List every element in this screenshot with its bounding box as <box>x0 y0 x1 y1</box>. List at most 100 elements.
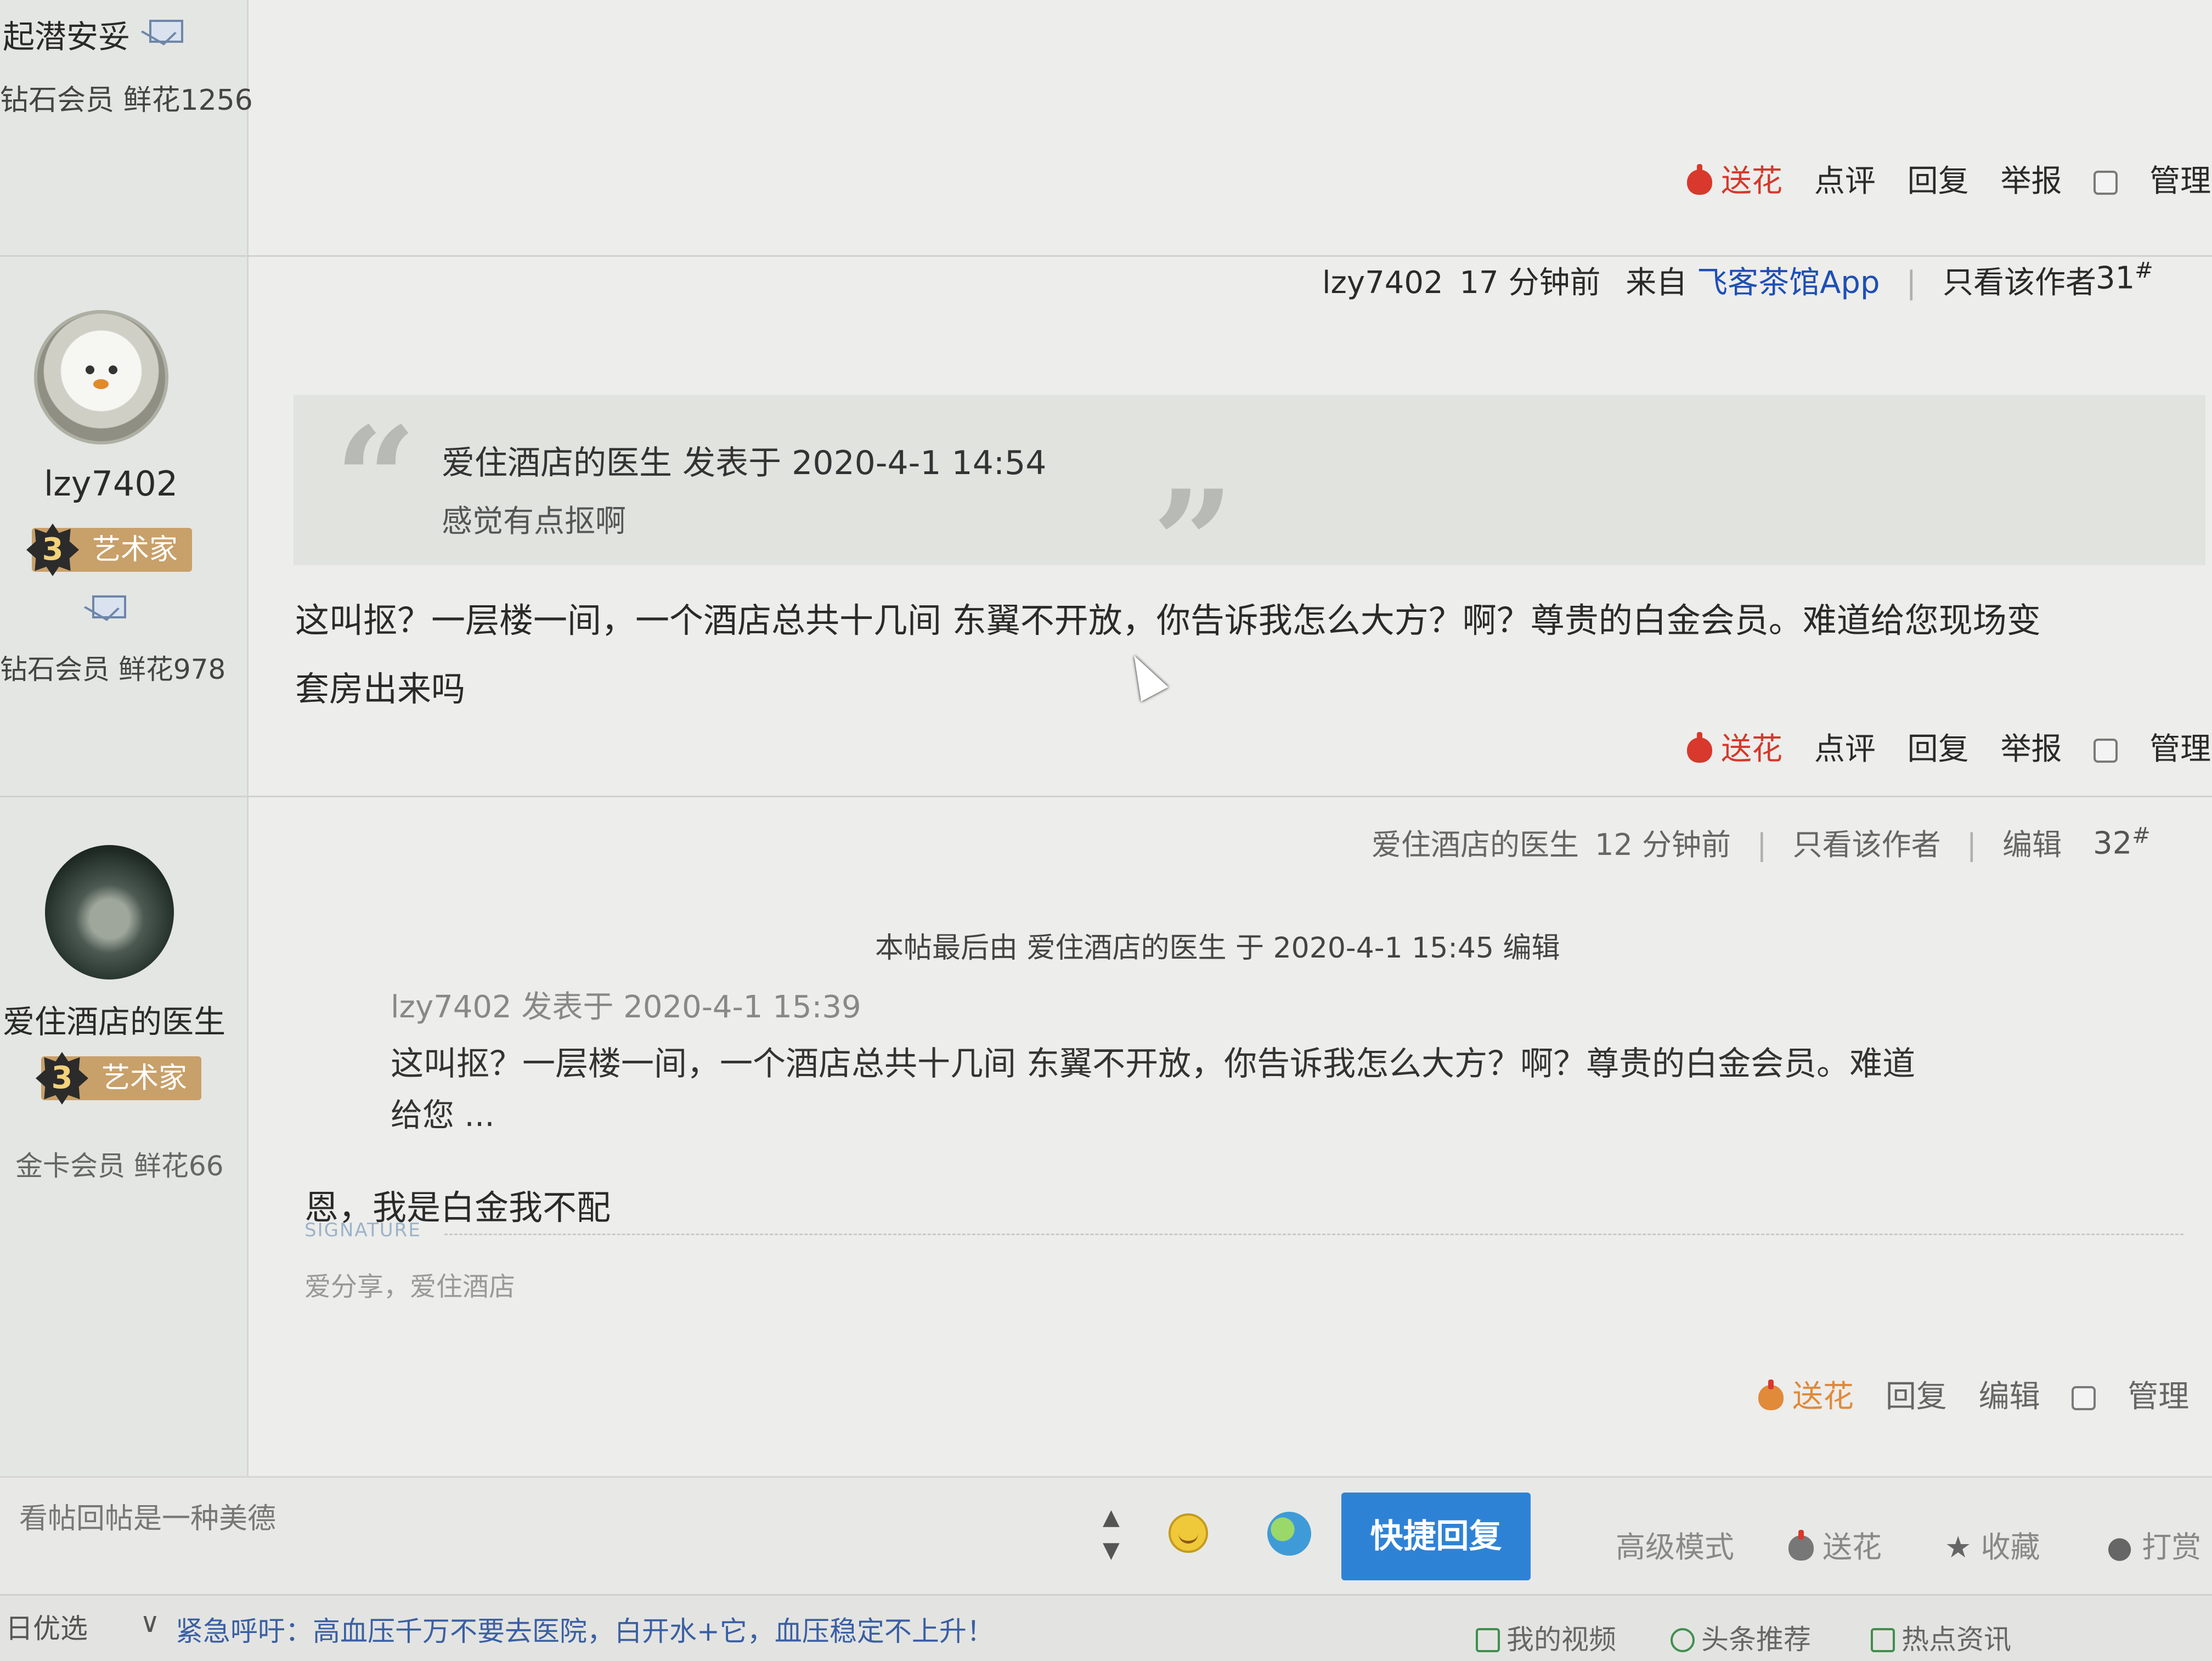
reply-button[interactable]: 回复 <box>1908 731 1969 767</box>
meta-from: 来自 <box>1626 265 1688 301</box>
quote-line1: 这叫抠？一层楼一间，一个酒店总共十几间 东翼不开放，你告诉我怎么大方？啊？尊贵的… <box>391 1045 1916 1083</box>
signature-text: 爱分享，爱住酒店 <box>304 1271 516 1302</box>
floor-mark: # <box>2132 823 2151 848</box>
post31-actions: 送花 点评 回复 举报 管理 <box>1687 724 2211 769</box>
chevron-down-icon[interactable]: ∨ <box>140 1607 160 1639</box>
signature-divider <box>444 1234 2183 1235</box>
floor-number[interactable]: 31# <box>2096 258 2153 296</box>
news-ticker: 日优选 ∨ 紧急呼吁：高血压千万不要去医院，白开水+它，血压稳定不上升！ 我的视… <box>0 1594 2212 1661</box>
flower-icon <box>1687 732 1712 763</box>
star-icon: ★ <box>1945 1530 1972 1564</box>
flower-icon <box>1788 1530 1814 1561</box>
signature-label: SIGNATURE <box>304 1219 421 1241</box>
rank-badge: 3 艺术家 <box>36 1052 202 1105</box>
headline-recommend-link[interactable]: 头条推荐 <box>1671 1618 1811 1657</box>
post-divider <box>0 796 2212 797</box>
author-sidebar <box>0 0 249 1482</box>
floor-mark: # <box>2135 258 2153 283</box>
edit-button[interactable]: 编辑 <box>1979 1379 2040 1415</box>
post32-actions: 送花 回复 编辑 管理 <box>1758 1372 2189 1416</box>
slogan: 看帖回帖是一种美德 <box>19 1502 276 1535</box>
hot-news-link[interactable]: 热点资讯 <box>1871 1618 2011 1657</box>
quote-line2: 给您 ... <box>391 1096 495 1134</box>
coin-icon: ● <box>2107 1530 2133 1564</box>
edit-link[interactable]: 编辑 <box>2002 827 2062 862</box>
meta-time: 17 分钟前 <box>1459 265 1601 301</box>
reply-button[interactable]: 回复 <box>1908 164 1969 199</box>
floor-value: 31 <box>2096 260 2135 296</box>
post31-meta: lzy7402 17 分钟前 来自 飞客茶馆App | 只看该作者 <box>1322 258 2096 302</box>
post-divider <box>0 255 2212 257</box>
comment-button[interactable]: 点评 <box>1814 164 1876 199</box>
mouse-cursor-icon <box>1120 648 1169 702</box>
mail-icon[interactable] <box>92 595 126 618</box>
meta-time: 12 分钟前 <box>1595 827 1731 862</box>
separator: | <box>1966 827 1977 862</box>
post32-author-name[interactable]: 爱住酒店的医生 <box>3 996 225 1042</box>
flower-icon <box>1758 1380 1784 1410</box>
avatar[interactable] <box>34 310 168 444</box>
scroll-arrows-icon[interactable]: ▲ ▼ <box>1103 1501 1120 1567</box>
bottom-flower-label: 送花 <box>1822 1530 1882 1564</box>
comment-button[interactable]: 点评 <box>1814 731 1876 767</box>
quote-text: 感觉有点抠啊 <box>442 504 626 539</box>
report-button[interactable]: 举报 <box>2000 731 2062 767</box>
advanced-mode-link[interactable]: 高级模式 <box>1616 1523 1734 1566</box>
manage-button[interactable]: 管理 <box>2128 1379 2189 1415</box>
send-flower-button[interactable]: 送花 <box>1758 1379 1854 1415</box>
send-flower-button[interactable]: 送花 <box>1687 164 1782 199</box>
open-quote-icon: “ <box>335 396 417 564</box>
report-button[interactable]: 举报 <box>2000 164 2062 199</box>
my-video-link[interactable]: 我的视频 <box>1476 1618 1616 1657</box>
tip-button[interactable]: ● 打赏 <box>2107 1523 2201 1566</box>
manage-checkbox[interactable] <box>2094 164 2118 199</box>
ticker-headline[interactable]: 紧急呼吁：高血压千万不要去医院，白开水+它，血压稳定不上升！ <box>176 1609 994 1649</box>
rank-badge: 3 艺术家 <box>26 523 193 576</box>
quote-header: lzy7402 发表于 2020-4-1 15:39 <box>391 989 861 1025</box>
prev-author-name[interactable]: 起潜安妥 <box>3 11 130 57</box>
prev-post-actions: 送花 点评 回复 举报 管理 <box>1687 156 2211 201</box>
post32-meta: 爱住酒店的医生 12 分钟前 | 只看该作者 | 编辑 <box>1372 820 2062 864</box>
meta-app-link[interactable]: 飞客茶馆App <box>1697 265 1880 301</box>
prev-author-stats: 钻石会员 鲜花1256 <box>0 84 253 117</box>
news-icon <box>1871 1628 1895 1652</box>
video-icon <box>1476 1628 1500 1652</box>
flower-icon <box>1687 164 1712 195</box>
meta-username[interactable]: 爱住酒店的医生 <box>1372 827 1579 862</box>
floor-number[interactable]: 32# <box>2093 823 2151 862</box>
floor-value: 32 <box>2093 825 2132 862</box>
separator: | <box>1906 265 1917 301</box>
post31-body-line2: 套房出来吗 <box>295 669 466 709</box>
only-author-link[interactable]: 只看该作者 <box>1943 265 2096 301</box>
smiley-icon[interactable] <box>1169 1513 1208 1553</box>
bottom-flower-button[interactable]: 送花 <box>1788 1523 1882 1566</box>
level-icon: 3 <box>36 1052 88 1105</box>
reply-button[interactable]: 回复 <box>1886 1379 1947 1415</box>
meta-username[interactable]: lzy7402 <box>1322 265 1443 301</box>
level-icon: 3 <box>26 523 79 576</box>
globe-icon[interactable] <box>1267 1512 1311 1556</box>
edit-notice: 本帖最后由 爱住酒店的医生 于 2020-4-1 15:45 编辑 <box>875 932 1560 965</box>
favorite-button[interactable]: ★ 收藏 <box>1945 1523 2040 1566</box>
manage-button[interactable]: 管理 <box>2149 164 2211 199</box>
quote-header: 爱住酒店的医生 发表于 2020-4-1 14:54 <box>442 444 1047 482</box>
quick-reply-button[interactable]: 快捷回复 <box>1341 1493 1531 1580</box>
mail-icon[interactable] <box>149 20 183 43</box>
post31-author-stats: 钻石会员 鲜花978 <box>0 654 226 685</box>
rank-title: 艺术家 <box>101 1062 188 1095</box>
post31-author-name[interactable]: lzy7402 <box>44 464 178 504</box>
manage-button[interactable]: 管理 <box>2149 731 2211 767</box>
separator: | <box>1757 827 1767 862</box>
avatar[interactable] <box>45 845 174 979</box>
manage-checkbox[interactable] <box>2072 1379 2096 1415</box>
favorite-label: 收藏 <box>1980 1530 2040 1564</box>
play-icon <box>1671 1628 1695 1652</box>
rank-title: 艺术家 <box>92 533 178 566</box>
ticker-left[interactable]: 日优选 <box>5 1607 88 1646</box>
tip-label: 打赏 <box>2142 1530 2202 1564</box>
send-flower-button[interactable]: 送花 <box>1687 731 1782 767</box>
manage-checkbox[interactable] <box>2094 731 2118 767</box>
only-author-link[interactable]: 只看该作者 <box>1793 827 1941 862</box>
post31-body-line1: 这叫抠？一层楼一间，一个酒店总共十几间 东翼不开放，你告诉我怎么大方？啊？尊贵的… <box>295 600 2041 640</box>
post32-author-stats: 金卡会员 鲜花66 <box>15 1150 224 1182</box>
